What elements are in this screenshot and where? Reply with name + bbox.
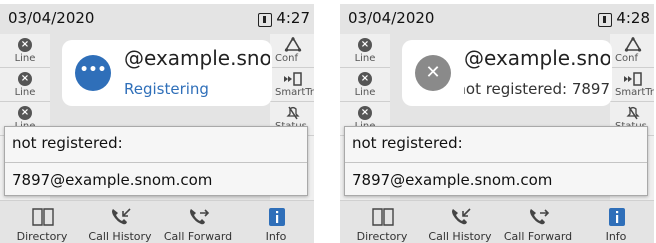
- conference-key[interactable]: Conf: [610, 34, 654, 68]
- call-history-softkey[interactable]: Call History: [422, 201, 498, 243]
- smart-transfer-icon: [284, 72, 302, 86]
- sim-card-icon: [598, 13, 612, 27]
- sim-card-icon: [258, 13, 272, 27]
- popup-message: not registered:: [12, 134, 123, 152]
- call-history-icon: [112, 208, 131, 225]
- popup-account: 7897@example.snom.com: [12, 171, 213, 189]
- registration-status: not registered: 7897: [464, 80, 610, 98]
- x-icon: ✕: [415, 55, 451, 91]
- directory-label: Directory: [16, 230, 68, 243]
- call-forward-softkey[interactable]: Call Forward: [160, 201, 236, 243]
- smart-transfer-icon: [624, 72, 642, 86]
- conference-key-label: Conf: [615, 53, 638, 64]
- date-display: 03/04/2020: [348, 9, 435, 27]
- call-forward-label: Call Forward: [163, 230, 233, 243]
- call-forward-softkey[interactable]: Call Forward: [500, 201, 576, 243]
- directory-softkey[interactable]: Directory: [4, 201, 80, 243]
- line-key-label: Line: [14, 53, 36, 64]
- conference-icon: [624, 37, 642, 52]
- call-history-softkey[interactable]: Call History: [82, 201, 158, 243]
- x-circle-icon: ×: [18, 106, 32, 120]
- smart-transfer-key[interactable]: SmartTr: [610, 68, 654, 102]
- smart-transfer-key-label: SmartTr: [615, 87, 654, 98]
- call-forward-icon: [530, 209, 550, 225]
- info-icon: [269, 208, 285, 226]
- book-icon: [32, 208, 54, 226]
- smart-transfer-key[interactable]: SmartTr: [270, 68, 314, 102]
- info-softkey[interactable]: Info: [578, 201, 654, 243]
- x-circle-icon: ×: [358, 106, 372, 120]
- identity-card[interactable]: ••• @example.snom Registering: [62, 40, 272, 106]
- line-key-label: Line: [354, 87, 376, 98]
- info-icon: [609, 208, 625, 226]
- info-label: Info: [265, 230, 287, 243]
- time-display: 4:27: [276, 9, 310, 27]
- x-circle-icon: ×: [358, 38, 372, 52]
- info-label: Info: [605, 230, 627, 243]
- call-forward-label: Call Forward: [503, 230, 573, 243]
- line-key-label: Line: [354, 53, 376, 64]
- phone-screen-not-registered: 03/04/2020 4:28 × Line × Line × Line Con…: [340, 4, 654, 243]
- call-history-label: Call History: [428, 230, 492, 243]
- identity-name: @example.snom: [464, 46, 610, 70]
- call-history-label: Call History: [88, 230, 152, 243]
- book-icon: [372, 208, 394, 226]
- line-key-2[interactable]: × Line: [0, 68, 50, 102]
- do-not-disturb-icon: [626, 106, 640, 120]
- smart-transfer-key-label: SmartTr: [275, 87, 314, 98]
- call-forward-icon: [190, 209, 210, 225]
- softkey-bar: Directory Call History Call Forward Info: [340, 200, 654, 243]
- phone-screen-registering: 03/04/2020 4:27 × Line × Line × Line Con…: [0, 4, 314, 243]
- directory-label: Directory: [356, 230, 408, 243]
- popup-message: not registered:: [352, 134, 463, 152]
- info-softkey[interactable]: Info: [238, 201, 314, 243]
- conference-key-label: Conf: [275, 53, 298, 64]
- x-circle-icon: ×: [18, 72, 32, 86]
- identity-name: @example.snom: [124, 46, 270, 70]
- registration-status: Registering: [124, 80, 209, 98]
- x-circle-icon: ×: [18, 38, 32, 52]
- softkey-bar: Directory Call History Call Forward Info: [0, 200, 314, 243]
- do-not-disturb-icon: [286, 106, 300, 120]
- x-circle-icon: ×: [358, 72, 372, 86]
- popup-divider: [345, 162, 647, 163]
- date-display: 03/04/2020: [8, 9, 95, 27]
- notification-popup[interactable]: not registered: 7897@example.snom.com: [4, 126, 308, 196]
- popup-divider: [5, 162, 307, 163]
- notification-popup[interactable]: not registered: 7897@example.snom.com: [344, 126, 648, 196]
- line-key-1[interactable]: × Line: [0, 34, 50, 68]
- directory-softkey[interactable]: Directory: [344, 201, 420, 243]
- status-bar: 03/04/2020 4:27: [0, 4, 314, 34]
- status-bar: 03/04/2020 4:28: [340, 4, 654, 34]
- line-key-label: Line: [14, 87, 36, 98]
- conference-icon: [284, 37, 302, 52]
- line-key-1[interactable]: × Line: [340, 34, 390, 68]
- identity-card[interactable]: ✕ @example.snom not registered: 7897: [402, 40, 612, 106]
- conference-key[interactable]: Conf: [270, 34, 314, 68]
- ellipsis-icon: •••: [75, 55, 111, 91]
- time-display: 4:28: [616, 9, 650, 27]
- call-history-icon: [452, 208, 471, 225]
- line-key-2[interactable]: × Line: [340, 68, 390, 102]
- popup-account: 7897@example.snom.com: [352, 171, 553, 189]
